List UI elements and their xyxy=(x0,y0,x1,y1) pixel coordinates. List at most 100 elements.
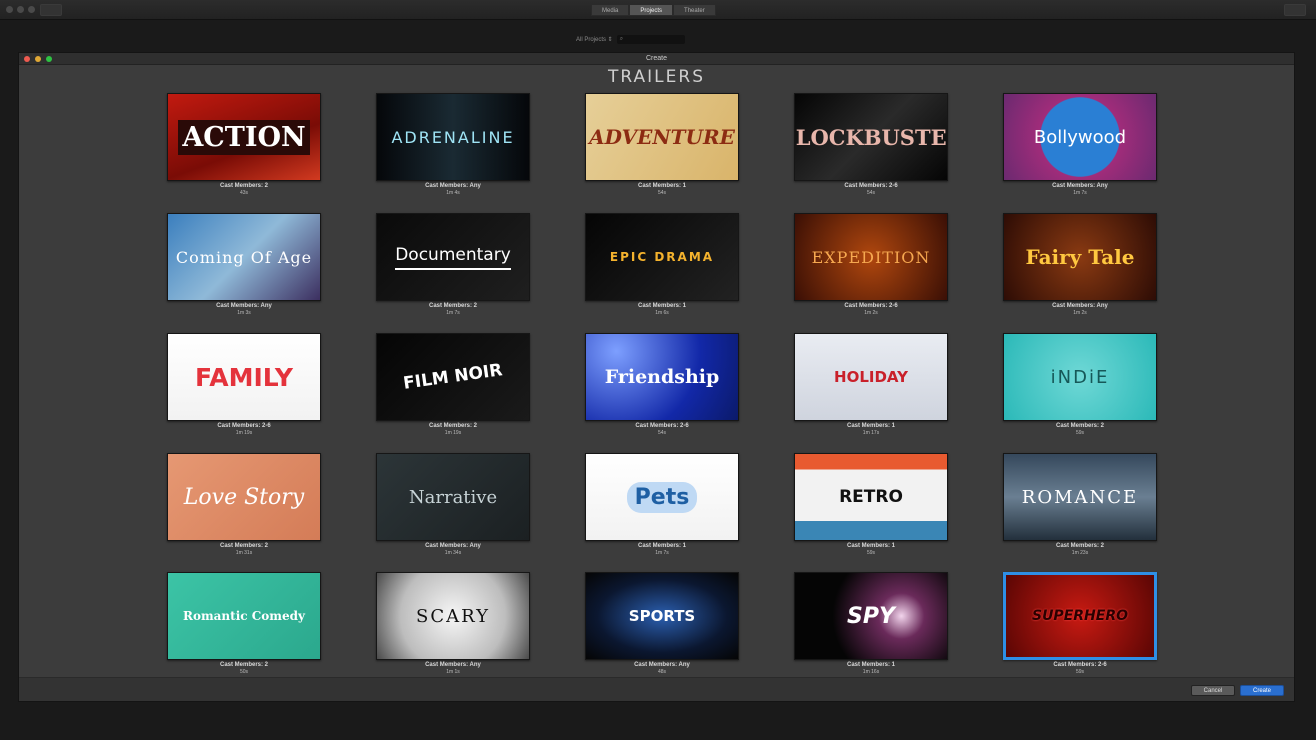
projects-filter-label: All Projects xyxy=(576,36,607,43)
trailer-tile-friendship[interactable]: Friendship Cast Members: 2-6 54s xyxy=(585,333,739,441)
trailer-tile-pets[interactable]: Pets Cast Members: 1 1m 7s xyxy=(585,453,739,561)
trailer-cast: Cast Members: 2-6 xyxy=(844,303,898,309)
trailer-duration: 1m 19s xyxy=(235,430,253,436)
trailer-thumbnail[interactable]: Friendship xyxy=(585,333,739,421)
tab-projects[interactable]: Projects xyxy=(629,4,674,16)
trailer-duration: 48s xyxy=(657,669,667,675)
trailer-thumbnail[interactable]: Fairy Tale xyxy=(1003,213,1157,301)
trailer-thumbnail[interactable]: Love Story xyxy=(167,453,321,541)
tab-media[interactable]: Media xyxy=(591,4,630,16)
trailer-duration: 1m 7s xyxy=(1073,190,1087,196)
minimize-window-button[interactable] xyxy=(17,6,24,13)
trailer-tile-spy[interactable]: SPY Cast Members: 1 1m 16s xyxy=(794,572,948,680)
trailer-thumbnail[interactable]: Documentary xyxy=(376,213,530,301)
trailer-thumbnail[interactable]: Pets xyxy=(585,453,739,541)
trailer-cast: Cast Members: 2 xyxy=(1055,543,1105,549)
trailer-thumbnail[interactable]: RETRO xyxy=(794,453,948,541)
dialog-title: Create xyxy=(645,55,667,62)
trailer-cast: Cast Members: 1 xyxy=(637,543,687,549)
trailer-cast: Cast Members: Any xyxy=(1052,303,1108,309)
trailer-title: RETRO xyxy=(839,487,903,507)
trailer-title: ADVENTURE xyxy=(589,125,735,149)
trailer-title: Coming Of Age xyxy=(175,247,313,267)
trailer-tile-expedition[interactable]: EXPEDITION Cast Members: 2-6 1m 2s xyxy=(794,213,948,321)
trailer-cast: Cast Members: Any xyxy=(216,303,272,309)
trailer-duration: 54s xyxy=(657,430,667,436)
trailer-thumbnail[interactable]: ADRENALINE xyxy=(376,93,530,181)
trailer-thumbnail[interactable]: BLOCKBUSTER xyxy=(794,93,948,181)
trailer-tile-blockbuster[interactable]: BLOCKBUSTER Cast Members: 2-654s xyxy=(794,93,948,201)
trailer-tile-scary[interactable]: SCARY Cast Members: Any 1m 1s xyxy=(376,572,530,680)
trailer-tile-family[interactable]: FAMILY Cast Members: 2-6 1m 19s xyxy=(167,333,321,441)
trailer-title: Fairy Tale xyxy=(1025,245,1135,269)
trailer-cast: Cast Members: 2 xyxy=(219,543,269,549)
zoom-window-button[interactable] xyxy=(28,6,35,13)
trailer-thumbnail[interactable]: Narrative xyxy=(376,453,530,541)
trailer-thumbnail[interactable]: Bollywood xyxy=(1003,93,1157,181)
trailer-thumbnail[interactable]: FAMILY xyxy=(167,333,321,421)
trailer-tile-epic-drama[interactable]: EPIC DRAMA Cast Members: 1 1m 6s xyxy=(585,213,739,321)
trailer-thumbnail[interactable]: SPORTS xyxy=(585,572,739,660)
trailer-tile-narrative[interactable]: Narrative Cast Members: Any 1m 34s xyxy=(376,453,530,561)
trailer-duration: 1m 7s xyxy=(655,550,669,556)
trailer-duration: 59s xyxy=(1075,430,1085,436)
trailer-thumbnail[interactable]: Coming Of Age xyxy=(167,213,321,301)
trailer-thumbnail[interactable]: EXPEDITION xyxy=(794,213,948,301)
close-window-button[interactable] xyxy=(6,6,13,13)
trailer-tile-romantic-comedy[interactable]: Romantic Comedy Cast Members: 2 50s xyxy=(167,572,321,680)
trailer-thumbnail[interactable]: SCARY xyxy=(376,572,530,660)
projects-search-input[interactable]: ⌕ xyxy=(616,34,685,44)
trailer-duration: 1m 3s xyxy=(237,310,251,316)
trailer-thumbnail[interactable]: ADVENTURE xyxy=(585,93,739,181)
trailer-thumbnail[interactable]: SPY xyxy=(794,572,948,660)
trailer-cast: Cast Members: 1 xyxy=(846,543,896,549)
trailer-cast: Cast Members: 1 xyxy=(637,183,687,189)
libraries-toggle-button[interactable] xyxy=(40,4,62,16)
trailer-duration: 1m 6s xyxy=(655,310,669,316)
trailer-tile-adventure[interactable]: ADVENTURE Cast Members: 1 54s xyxy=(585,93,739,201)
trailer-duration: 50s xyxy=(239,669,249,675)
trailer-duration: 1m 17s xyxy=(862,430,880,436)
trailer-tile-fairy-tale[interactable]: Fairy Tale Cast Members: Any 1m 2s xyxy=(1003,213,1157,321)
trailer-thumbnail[interactable]: EPIC DRAMA xyxy=(585,213,739,301)
trailer-tile-adrenaline[interactable]: ADRENALINE Cast Members: Any 1m 4s xyxy=(376,93,530,201)
trailer-cast: Cast Members: 2 xyxy=(428,303,478,309)
trailer-duration: 1m 19s xyxy=(444,430,462,436)
trailer-thumbnail[interactable]: Romantic Comedy xyxy=(167,572,321,660)
cancel-button[interactable]: Cancel xyxy=(1191,685,1235,696)
trailer-thumbnail[interactable]: ROMANCE xyxy=(1003,453,1157,541)
trailer-title: HOLIDAY xyxy=(834,368,908,386)
trailer-thumbnail[interactable]: iNDiE xyxy=(1003,333,1157,421)
create-button[interactable]: Create xyxy=(1240,685,1284,696)
trailer-tile-coming-of-age[interactable]: Coming Of Age Cast Members: Any 1m 3s xyxy=(167,213,321,321)
trailer-cast: Cast Members: 2 xyxy=(1055,423,1105,429)
trailer-tile-bollywood[interactable]: Bollywood Cast Members: Any 1m 7s xyxy=(1003,93,1157,201)
share-button[interactable] xyxy=(1284,4,1306,16)
trailer-cast: Cast Members: 2-6 xyxy=(217,423,271,429)
trailer-tile-indie[interactable]: iNDiE Cast Members: 2 59s xyxy=(1003,333,1157,441)
trailer-tile-sports[interactable]: SPORTS Cast Members: Any 48s xyxy=(585,572,739,680)
trailer-tile-action[interactable]: ACTION Cast Members: 2 43s xyxy=(167,93,321,201)
trailer-tile-superhero[interactable]: SUPERHERO Cast Members: 2-6 59s xyxy=(1003,572,1157,680)
trailer-duration: 1m 34s xyxy=(444,550,462,556)
trailer-duration: 59s xyxy=(866,550,876,556)
trailer-tile-film-noir[interactable]: FILM NOIR Cast Members: 2 1m 19s xyxy=(376,333,530,441)
trailer-thumbnail[interactable]: HOLIDAY xyxy=(794,333,948,421)
trailer-tile-romance[interactable]: ROMANCE Cast Members: 2 1m 23s xyxy=(1003,453,1157,561)
trailer-thumbnail[interactable]: SUPERHERO xyxy=(1003,572,1157,660)
tab-theater[interactable]: Theater xyxy=(673,4,716,16)
dialog-titlebar: Create xyxy=(19,53,1294,65)
trailer-cast: Cast Members: 1 xyxy=(846,423,896,429)
trailer-thumbnail[interactable]: ACTION xyxy=(167,93,321,181)
trailer-cast: Cast Members: 1 xyxy=(846,662,896,668)
trailer-tile-retro[interactable]: RETRO Cast Members: 1 59s xyxy=(794,453,948,561)
trailer-tile-documentary[interactable]: Documentary Cast Members: 2 1m 7s xyxy=(376,213,530,321)
trailer-tile-holiday[interactable]: HOLIDAY Cast Members: 1 1m 17s xyxy=(794,333,948,441)
trailer-tile-love-story[interactable]: Love Story Cast Members: 2 1m 31s xyxy=(167,453,321,561)
trailer-title: Friendship xyxy=(604,366,720,388)
trailer-title: SCARY xyxy=(416,605,490,627)
projects-filter-select[interactable]: All Projects ⇕ xyxy=(576,36,613,43)
trailer-thumbnail[interactable]: FILM NOIR xyxy=(376,333,530,421)
trailer-duration: 1m 2s xyxy=(1073,310,1087,316)
trailer-title: ADRENALINE xyxy=(391,127,515,147)
